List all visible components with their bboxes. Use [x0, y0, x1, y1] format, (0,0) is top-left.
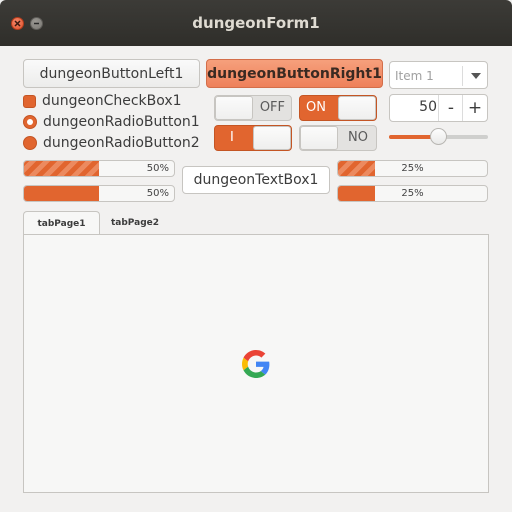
toggle-i[interactable]: I	[214, 125, 292, 151]
title-bar: dungeonForm1	[0, 0, 512, 46]
radio-2-label: dungeonRadioButton2	[43, 135, 200, 151]
toggle-i-label: I	[230, 130, 234, 145]
toggle-on-knob[interactable]	[338, 96, 376, 120]
progress-bar-left-2: 50%	[23, 185, 175, 202]
toggle-no[interactable]: NO	[299, 125, 377, 151]
toggle-on-label: ON	[306, 100, 326, 115]
spinner-value: 50	[419, 99, 437, 115]
radio-button-1[interactable]: dungeonRadioButton1	[23, 114, 200, 130]
button-right[interactable]: dungeonButtonRight1	[206, 59, 383, 88]
checkbox-label: dungeonCheckBox1	[42, 93, 182, 109]
window-title: dungeonForm1	[192, 14, 320, 32]
tab-page-1[interactable]: tabPage1	[23, 211, 100, 235]
slider[interactable]	[389, 128, 488, 145]
button-left[interactable]: dungeonButtonLeft1	[23, 59, 200, 88]
slider-thumb[interactable]	[430, 128, 447, 145]
chevron-down-icon[interactable]	[471, 73, 481, 79]
toggle-off[interactable]: OFF	[214, 95, 292, 121]
progress-fill	[24, 161, 99, 176]
item-combobox[interactable]: Item 1	[389, 61, 488, 89]
spinner-decrement-button[interactable]: -	[438, 95, 463, 121]
toggle-no-label: NO	[348, 130, 368, 145]
progress-fill	[24, 186, 99, 201]
progress-bar-left-1: 50%	[23, 160, 175, 177]
progress-text: 50%	[146, 188, 169, 199]
toggle-off-knob[interactable]	[215, 96, 253, 120]
radio-button-2[interactable]: dungeonRadioButton2	[23, 135, 200, 151]
radio-1-dot[interactable]	[23, 115, 37, 129]
google-logo-icon	[242, 350, 270, 378]
combobox-value: Item 1	[395, 69, 434, 83]
progress-text: 25%	[401, 163, 424, 174]
progress-bar-right-2: 25%	[337, 185, 488, 202]
toggle-i-knob[interactable]	[253, 126, 291, 150]
toggle-off-label: OFF	[259, 100, 285, 115]
progress-bar-right-1: 25%	[337, 160, 488, 177]
checkbox-box[interactable]	[23, 94, 36, 108]
progress-text: 25%	[401, 188, 424, 199]
radio-2-dot[interactable]	[23, 136, 37, 150]
text-box[interactable]: dungeonTextBox1	[182, 166, 330, 194]
radio-1-label: dungeonRadioButton1	[43, 114, 200, 130]
tab-page-content	[23, 234, 489, 493]
toggle-no-knob[interactable]	[300, 126, 338, 150]
spinner-increment-button[interactable]: +	[462, 95, 487, 121]
progress-text: 50%	[146, 163, 169, 174]
tab-page-2[interactable]: tabPage2	[103, 211, 167, 235]
number-spinner[interactable]: 50 - +	[389, 94, 488, 122]
toggle-on[interactable]: ON	[299, 95, 377, 121]
form-content: dungeonButtonLeft1 dungeonButtonRight1 I…	[0, 46, 512, 512]
checkbox[interactable]: dungeonCheckBox1	[23, 93, 182, 109]
combobox-separator	[462, 66, 463, 86]
